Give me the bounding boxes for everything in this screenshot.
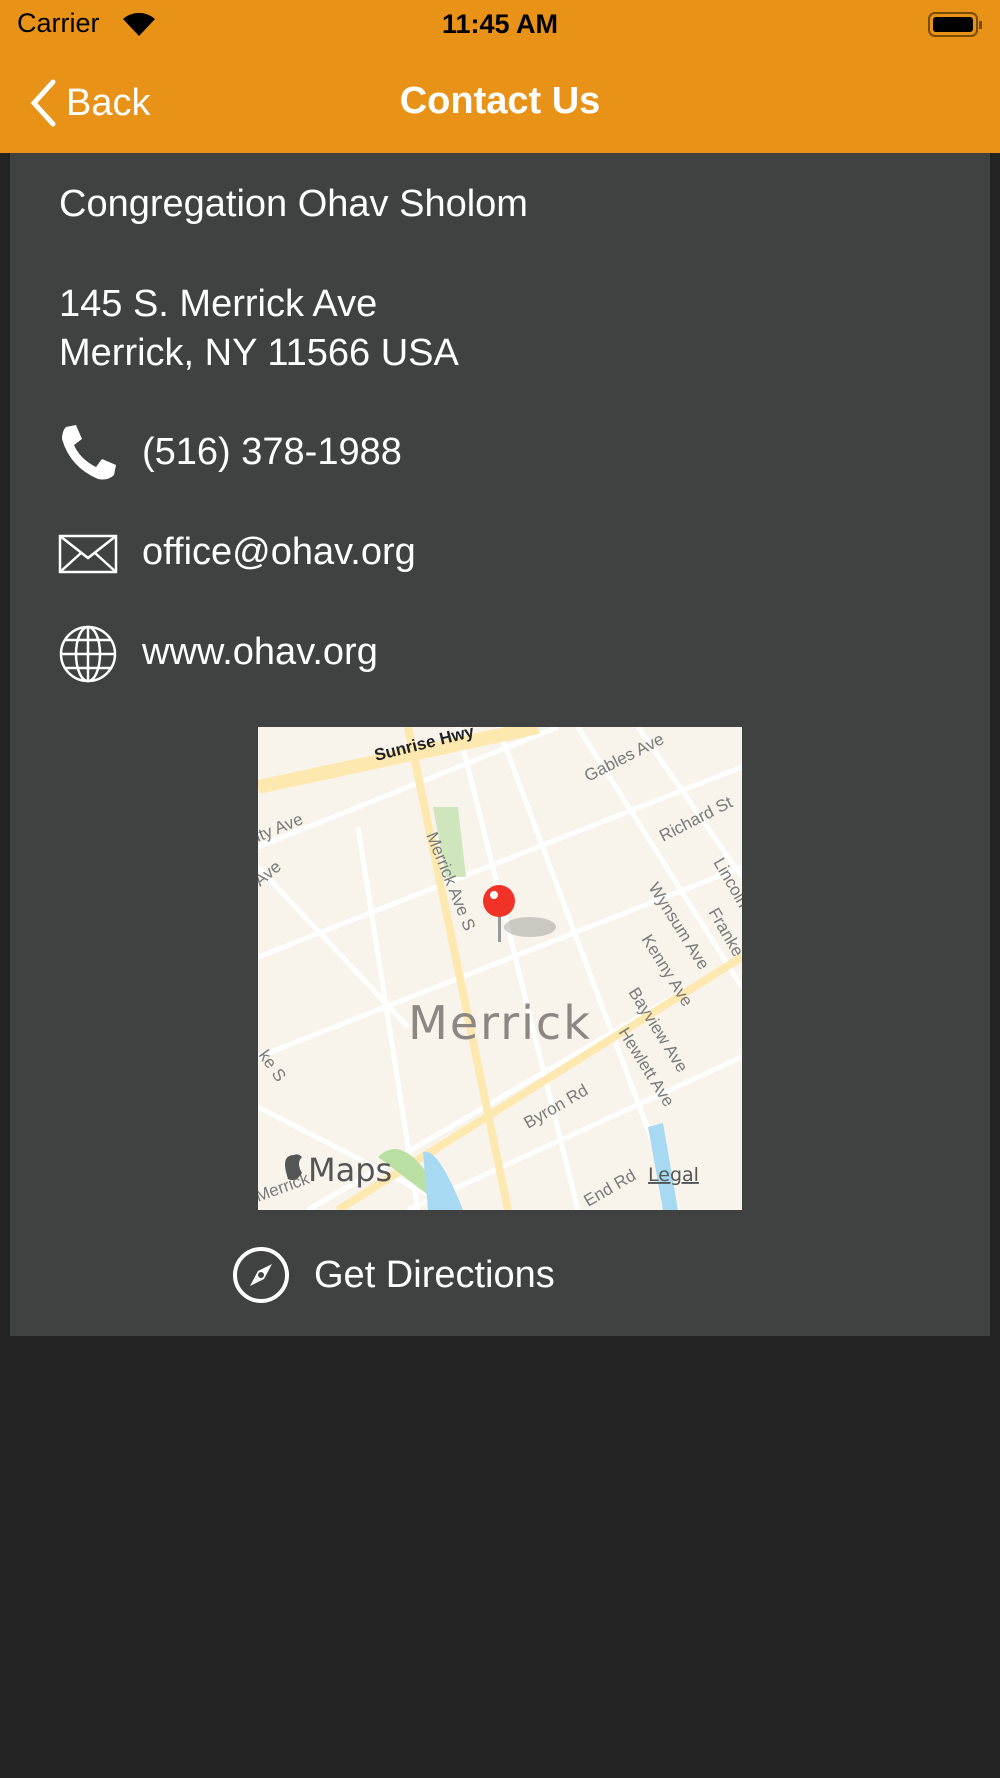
address-line1: 145 S. Merrick Ave [59, 283, 378, 325]
maps-attribution: Maps [308, 1151, 392, 1189]
street-label: Gables Ave [581, 729, 667, 785]
street-label: ke S [258, 1046, 290, 1085]
phone-link[interactable]: (516) 378-1988 [142, 431, 402, 474]
map-view[interactable]: Sunrise Hwy Gables Ave Richard St Merric… [258, 727, 742, 1210]
get-directions-label: Get Directions [314, 1253, 555, 1296]
apple-logo-icon [285, 1154, 302, 1181]
email-link[interactable]: office@ohav.org [142, 531, 416, 574]
get-directions-button[interactable]: Get Directions [232, 1246, 555, 1304]
envelope-icon [58, 534, 118, 574]
street-label: ity Ave [258, 809, 306, 845]
compass-icon [233, 1247, 289, 1303]
address-line2: Merrick, NY 11566 USA [59, 332, 459, 374]
place-label: Merrick [408, 996, 592, 1050]
battery-icon [928, 12, 982, 37]
street-label: End Rd [581, 1166, 640, 1210]
globe-icon [59, 625, 117, 683]
street-label: Ave [258, 857, 285, 890]
header: Carrier 11:45 AM Back Contact Us [0, 0, 1000, 153]
page-title: Contact Us [399, 80, 601, 122]
organization-name: Congregation Ohav Sholom [59, 183, 528, 225]
website-link[interactable]: www.ohav.org [142, 631, 378, 674]
phone-icon [62, 425, 116, 480]
clock: 11:45 AM [441, 9, 559, 39]
street-label: Merrick [258, 1169, 312, 1206]
street-label: Richard St [656, 792, 736, 845]
legal-link[interactable]: Legal [648, 1164, 699, 1186]
street-label: Lincoln [710, 855, 742, 911]
